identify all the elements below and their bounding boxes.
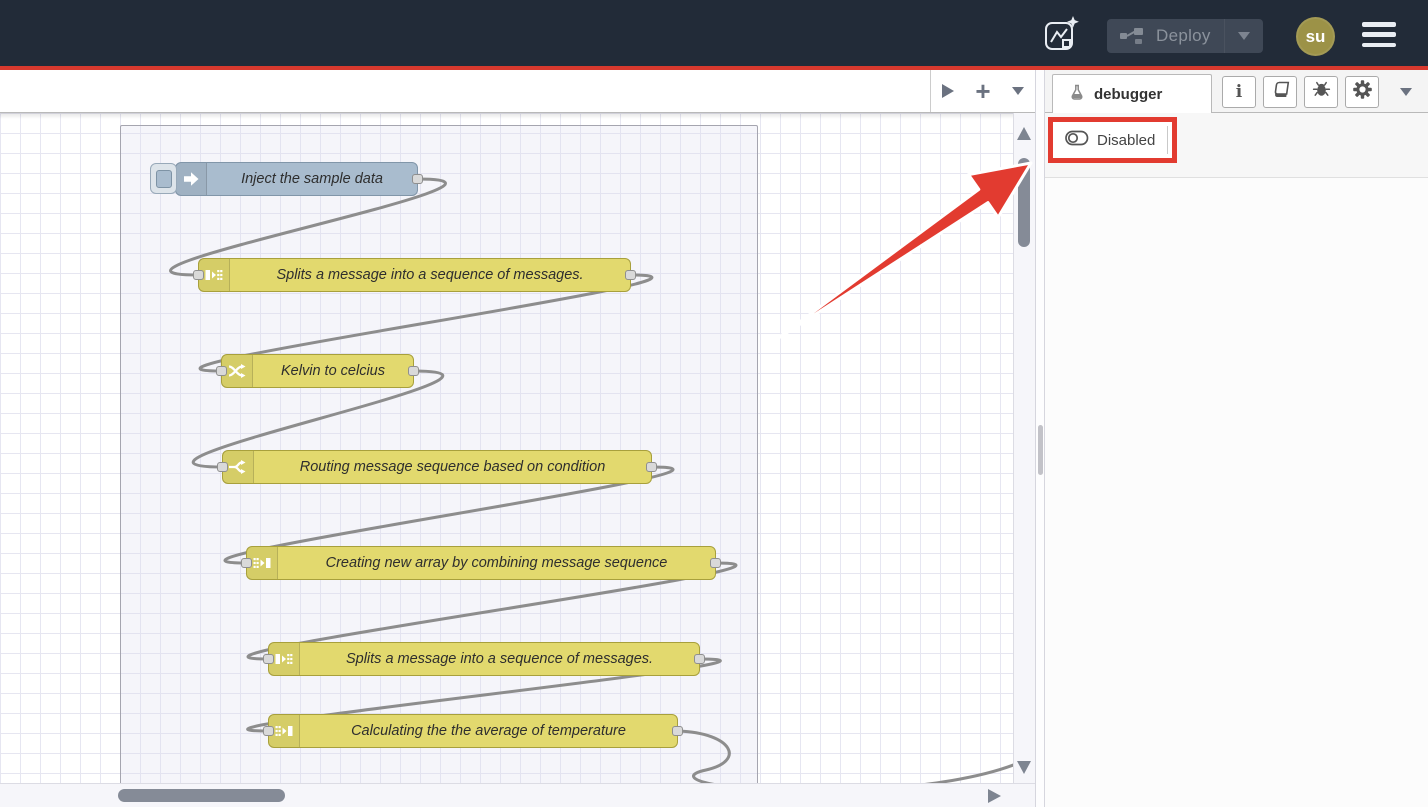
deploy-options-caret[interactable] xyxy=(1224,19,1263,53)
page-scrollbar[interactable] xyxy=(1035,70,1045,807)
sidebar: debugger i xyxy=(1045,70,1428,807)
flow-node-switch1[interactable]: Routing message sequence based on condit… xyxy=(222,450,652,484)
node-input-port[interactable] xyxy=(241,558,252,568)
node-red-editor: Deploy su + Inject the sample data Splits… xyxy=(0,0,1428,807)
flow-node-inject1[interactable]: Inject the sample data xyxy=(175,162,418,196)
scroll-right-button[interactable] xyxy=(988,789,1001,803)
sidebar-tab-label: debugger xyxy=(1094,86,1162,103)
flask-icon xyxy=(1069,84,1085,105)
inject-icon xyxy=(176,163,207,195)
node-input-port[interactable] xyxy=(217,462,228,472)
node-output-port[interactable] xyxy=(625,270,636,280)
flow-canvas[interactable]: Inject the sample data Splits a message i… xyxy=(0,113,1013,807)
horizontal-scroll-thumb[interactable] xyxy=(118,789,285,802)
deploy-label: Deploy xyxy=(1156,26,1211,46)
flow-tabstrip: + xyxy=(0,70,1035,113)
horizontal-scrollbar[interactable] xyxy=(0,783,1035,807)
header-accent-line xyxy=(0,66,1428,70)
add-flow-button[interactable]: + xyxy=(975,81,990,101)
next-flow-button[interactable] xyxy=(942,84,954,98)
vertical-scrollbar[interactable] xyxy=(1013,113,1035,783)
toggle-off-icon xyxy=(1065,130,1089,150)
node-input-port[interactable] xyxy=(193,270,204,280)
debug-messages-panel xyxy=(1045,178,1428,807)
inject-trigger-button[interactable] xyxy=(150,163,177,194)
node-label: Creating new array by combining message … xyxy=(278,547,715,579)
node-label: Splits a message into a sequence of mess… xyxy=(300,643,699,675)
node-input-port[interactable] xyxy=(216,366,227,376)
gear-icon xyxy=(1353,80,1372,104)
flow-node-change1[interactable]: Kelvin to celcius xyxy=(221,354,414,388)
main-menu-button[interactable] xyxy=(1362,22,1396,47)
node-output-port[interactable] xyxy=(408,366,419,376)
node-input-port[interactable] xyxy=(263,726,274,736)
toolbar-divider xyxy=(1167,126,1168,154)
page-scroll-thumb[interactable] xyxy=(1038,425,1043,475)
node-output-port[interactable] xyxy=(646,462,657,472)
debug-toolbar: Disabled xyxy=(1045,113,1428,178)
deploy-icon xyxy=(1120,27,1144,45)
settings-button[interactable] xyxy=(1345,76,1379,108)
docs-button[interactable] xyxy=(1263,76,1297,108)
ai-assist-icon[interactable] xyxy=(1042,15,1080,53)
node-output-port[interactable] xyxy=(694,654,705,664)
user-avatar[interactable]: su xyxy=(1296,17,1335,56)
bug-button[interactable] xyxy=(1304,76,1338,108)
node-label: Splits a message into a sequence of mess… xyxy=(230,259,630,291)
scroll-down-button[interactable] xyxy=(1017,761,1031,774)
scroll-up-button[interactable] xyxy=(1017,127,1031,140)
node-input-port[interactable] xyxy=(263,654,274,664)
node-output-port[interactable] xyxy=(412,174,423,184)
sidebar-collapse-caret[interactable] xyxy=(1391,76,1421,108)
disabled-label: Disabled xyxy=(1097,132,1155,149)
flow-tab-controls: + xyxy=(930,70,1035,112)
flow-list-caret[interactable] xyxy=(1012,87,1024,95)
node-output-port[interactable] xyxy=(710,558,721,568)
flow-node-split2[interactable]: Splits a message into a sequence of mess… xyxy=(268,642,700,676)
info-button[interactable]: i xyxy=(1222,76,1256,108)
node-label: Inject the sample data xyxy=(207,163,417,195)
sidebar-tabstrip: debugger i xyxy=(1045,70,1428,113)
header-bar: Deploy su xyxy=(0,0,1428,66)
book-icon xyxy=(1271,81,1290,104)
node-label: Kelvin to celcius xyxy=(253,355,413,387)
flow-node-join2[interactable]: Calculating the the average of temperatu… xyxy=(268,714,678,748)
node-output-port[interactable] xyxy=(672,726,683,736)
debug-disabled-toggle[interactable]: Disabled xyxy=(1053,122,1172,158)
deploy-button[interactable]: Deploy xyxy=(1107,19,1263,53)
node-label: Routing message sequence based on condit… xyxy=(254,451,651,483)
sidebar-tab-debugger[interactable]: debugger xyxy=(1052,74,1212,113)
flow-node-split1[interactable]: Splits a message into a sequence of mess… xyxy=(198,258,631,292)
flow-node-join1[interactable]: Creating new array by combining message … xyxy=(246,546,716,580)
node-label: Calculating the the average of temperatu… xyxy=(300,715,677,747)
bug-icon xyxy=(1312,80,1331,104)
vertical-scroll-thumb[interactable] xyxy=(1018,158,1030,247)
